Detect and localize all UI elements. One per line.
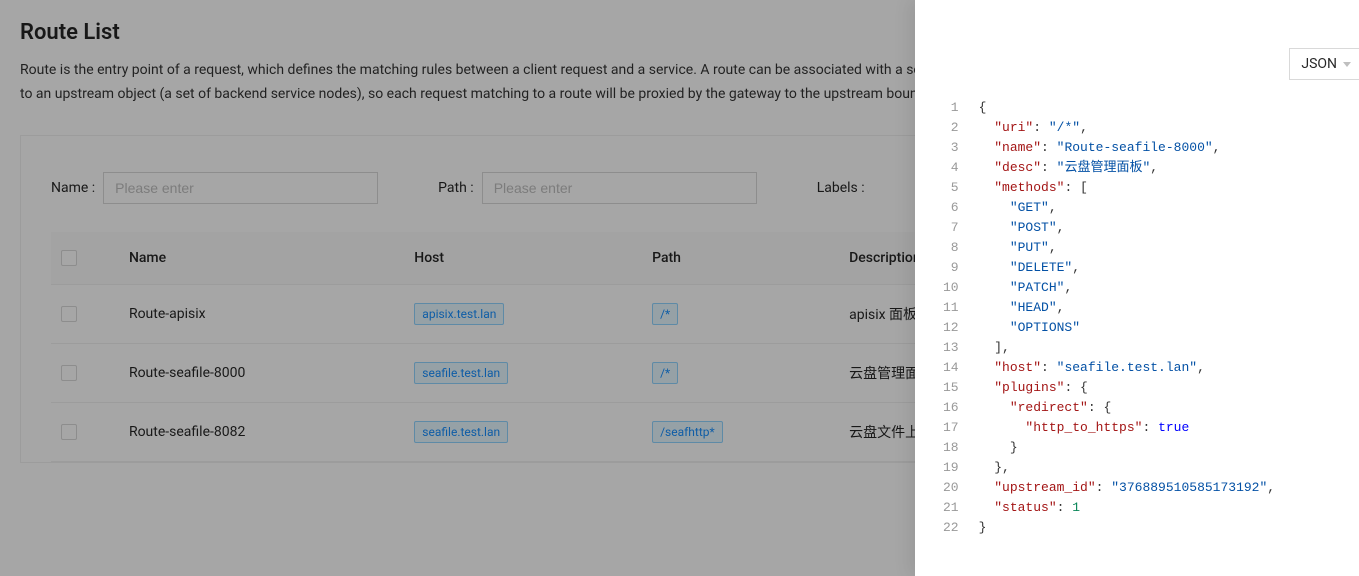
route-detail-drawer: JSON 12345678910111213141516171819202122… [915, 0, 1359, 576]
drawer-header [915, 0, 1359, 48]
format-select[interactable]: JSON [1289, 48, 1359, 80]
format-select-label: JSON [1301, 56, 1337, 72]
line-gutter: 12345678910111213141516171819202122 [943, 98, 979, 576]
modal-overlay[interactable] [0, 0, 915, 576]
code-content[interactable]: { "uri": "/*", "name": "Route-seafile-80… [979, 98, 1275, 576]
json-editor[interactable]: 12345678910111213141516171819202122 { "u… [943, 98, 1359, 576]
